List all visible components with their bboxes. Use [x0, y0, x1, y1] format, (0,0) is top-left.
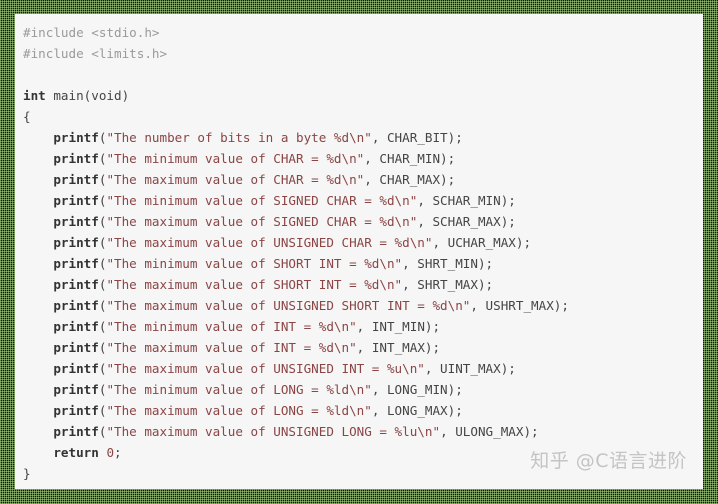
code-text-token: , UCHAR_MAX); — [432, 235, 532, 250]
code-text-token: , LONG_MIN); — [371, 382, 463, 397]
code-line: #include <limits.h> — [23, 43, 569, 64]
string-literal-token: "The minimum value of SIGNED CHAR = %d\n… — [106, 193, 418, 208]
code-line: { — [23, 106, 569, 127]
code-line: printf("The number of bits in a byte %d\… — [23, 127, 569, 148]
string-literal-token: "The minimum value of CHAR = %d\n" — [106, 151, 365, 166]
code-line: int main(void) — [23, 85, 569, 106]
code-text-token: , UINT_MAX); — [424, 361, 516, 376]
code-line: printf("The maximum value of INT = %d\n"… — [23, 337, 569, 358]
string-literal-token: "The minimum value of INT = %d\n" — [106, 319, 357, 334]
code-text-token: main(void) — [45, 88, 130, 103]
function-name-token: printf — [53, 193, 99, 208]
watermark: 知乎 @C语言进阶 — [530, 450, 687, 472]
string-literal-token: "The maximum value of SHORT INT = %d\n" — [106, 277, 403, 292]
function-name-token: printf — [53, 172, 99, 187]
keyword-token: int — [23, 88, 46, 103]
code-block: #include <stdio.h>#include <limits.h>​in… — [23, 22, 569, 484]
code-line: ​ — [23, 64, 569, 85]
code-line: printf("The maximum value of SHORT INT =… — [23, 274, 569, 295]
code-line: printf("The minimum value of INT = %d\n"… — [23, 316, 569, 337]
preprocessor-token: #include <limits.h> — [23, 46, 168, 61]
function-name-token: printf — [53, 403, 99, 418]
code-line: printf("The maximum value of UNSIGNED SH… — [23, 295, 569, 316]
function-name-token: printf — [53, 277, 99, 292]
function-name-token: printf — [53, 424, 99, 439]
code-text-token: , INT_MAX); — [356, 340, 441, 355]
string-literal-token: "The maximum value of UNSIGNED SHORT INT… — [106, 298, 471, 313]
code-text-token: } — [23, 466, 31, 481]
string-literal-token: "The number of bits in a byte %d\n" — [106, 130, 372, 145]
code-line: printf("The minimum value of LONG = %ld\… — [23, 379, 569, 400]
function-name-token: printf — [53, 340, 99, 355]
code-line: printf("The minimum value of CHAR = %d\n… — [23, 148, 569, 169]
code-line: printf("The minimum value of SIGNED CHAR… — [23, 190, 569, 211]
string-literal-token: "The minimum value of SHORT INT = %d\n" — [106, 256, 403, 271]
code-text-token: , USHRT_MAX); — [470, 298, 569, 313]
string-literal-token: "The maximum value of UNSIGNED CHAR = %d… — [106, 235, 433, 250]
string-literal-token: "The maximum value of CHAR = %d\n" — [106, 172, 365, 187]
function-name-token: printf — [53, 151, 99, 166]
function-name-token: printf — [53, 319, 99, 334]
function-name-token: printf — [53, 382, 99, 397]
code-line: printf("The maximum value of UNSIGNED IN… — [23, 358, 569, 379]
code-line: } — [23, 463, 569, 484]
code-line: printf("The maximum value of LONG = %ld\… — [23, 400, 569, 421]
code-text-token: , CHAR_MIN); — [364, 151, 456, 166]
code-line: printf("The minimum value of SHORT INT =… — [23, 253, 569, 274]
code-text-token: , LONG_MAX); — [371, 403, 463, 418]
code-text-token: { — [23, 109, 31, 124]
code-text-token: , SCHAR_MIN); — [417, 193, 516, 208]
code-line: printf("The maximum value of UNSIGNED LO… — [23, 421, 569, 442]
string-literal-token: "The maximum value of INT = %d\n" — [106, 340, 357, 355]
code-line: #include <stdio.h> — [23, 22, 569, 43]
string-literal-token: "The maximum value of UNSIGNED LONG = %l… — [106, 424, 441, 439]
string-literal-token: "The maximum value of SIGNED CHAR = %d\n… — [106, 214, 418, 229]
code-text-token: ; — [114, 445, 122, 460]
function-name-token: printf — [53, 256, 99, 271]
code-text-token: , INT_MIN); — [356, 319, 441, 334]
function-name-token: printf — [53, 214, 99, 229]
preprocessor-token: #include <stdio.h> — [23, 25, 160, 40]
code-text-token: , CHAR_BIT); — [371, 130, 463, 145]
code-text-token: , SCHAR_MAX); — [417, 214, 516, 229]
code-text-token: , SHRT_MIN); — [402, 256, 494, 271]
number-literal-token: 0 — [106, 445, 115, 460]
string-literal-token: "The maximum value of LONG = %ld\n" — [106, 403, 372, 418]
code-line: printf("The maximum value of SIGNED CHAR… — [23, 211, 569, 232]
string-literal-token: "The minimum value of LONG = %ld\n" — [106, 382, 372, 397]
code-line: printf("The maximum value of CHAR = %d\n… — [23, 169, 569, 190]
code-line: return 0; — [23, 442, 569, 463]
code-panel: #include <stdio.h>#include <limits.h>​in… — [15, 14, 703, 489]
function-name-token: printf — [53, 361, 99, 376]
code-line: printf("The maximum value of UNSIGNED CH… — [23, 232, 569, 253]
function-name-token: printf — [53, 298, 99, 313]
keyword-token: return — [53, 445, 99, 460]
function-name-token: printf — [53, 130, 99, 145]
code-text-token: , SHRT_MAX); — [402, 277, 494, 292]
string-literal-token: "The maximum value of UNSIGNED INT = %u\… — [106, 361, 425, 376]
code-text-token: , CHAR_MAX); — [364, 172, 456, 187]
code-text-token: , ULONG_MAX); — [440, 424, 539, 439]
function-name-token: printf — [53, 235, 99, 250]
